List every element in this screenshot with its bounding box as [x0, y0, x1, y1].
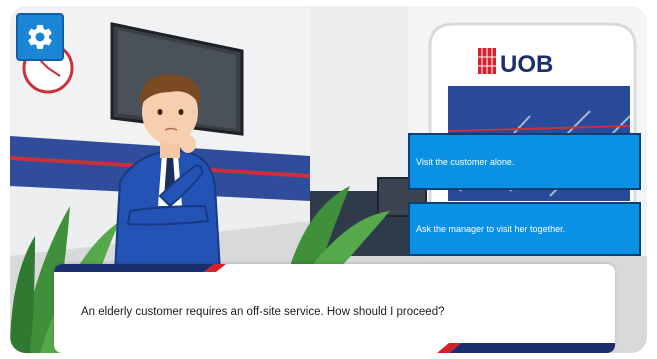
settings-button[interactable]: [16, 13, 64, 61]
choice-visit-alone[interactable]: Visit the customer alone.: [408, 133, 641, 190]
choice-label: Visit the customer alone.: [416, 156, 515, 167]
game-viewport: UOB Visit the customer alone. Ask the ma…: [10, 6, 647, 353]
bank-logo-text: UOB: [500, 51, 553, 78]
dialog-text: An elderly customer requires an off-site…: [81, 306, 445, 318]
gear-icon: [28, 24, 52, 50]
dialog-box: An elderly customer requires an off-site…: [54, 264, 615, 353]
choice-label: Ask the manager to visit her together.: [416, 224, 566, 234]
dialog-top-accent: [54, 264, 226, 272]
dialog-bottom-accent: [437, 343, 615, 353]
choice-ask-manager[interactable]: Ask the manager to visit her together.: [408, 202, 641, 256]
